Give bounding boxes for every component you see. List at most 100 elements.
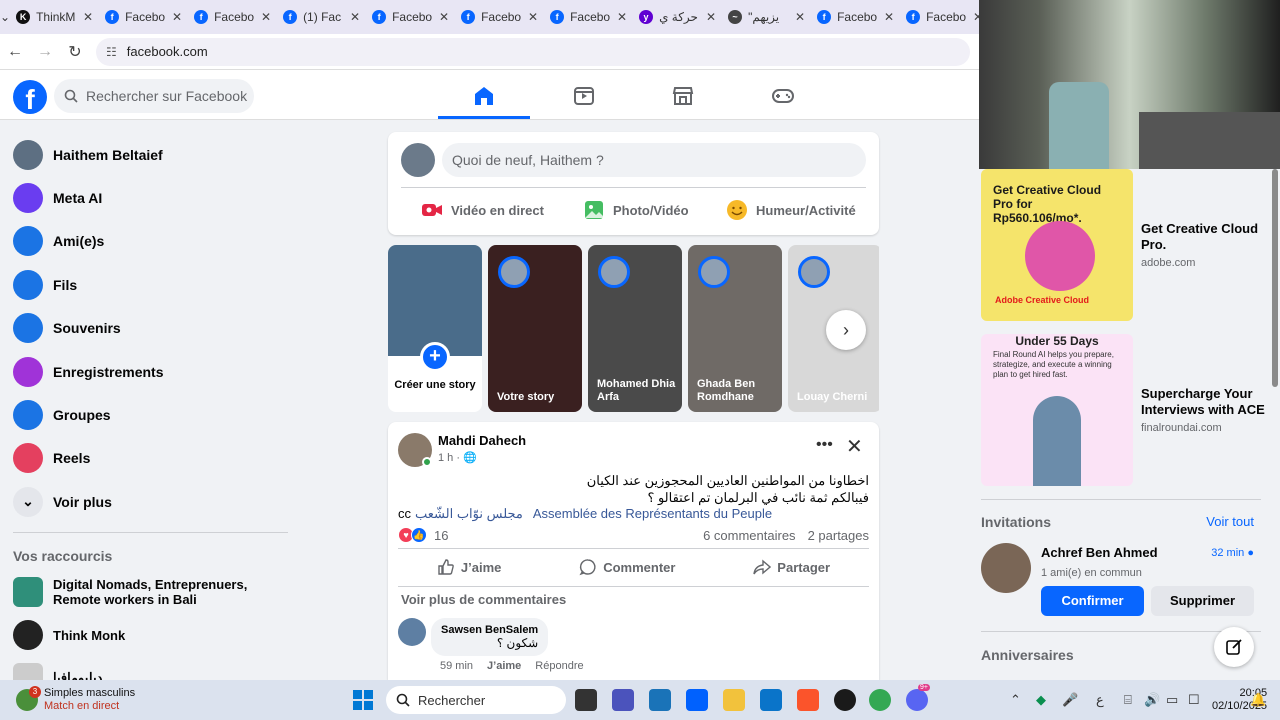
comment-button[interactable]: Commenter xyxy=(579,558,675,576)
file-explorer-icon[interactable] xyxy=(723,689,745,711)
share-button[interactable]: Partager xyxy=(753,558,830,576)
avatar[interactable] xyxy=(401,143,435,177)
story-card[interactable]: Ghada Ben Romdhane xyxy=(688,245,782,412)
volume-icon[interactable]: 🔊 xyxy=(1144,692,1160,708)
ad-title[interactable]: Get Creative Cloud Pro. xyxy=(1141,221,1261,253)
sidebar-item-enregistrements[interactable]: Enregistrements xyxy=(0,350,300,393)
tag-link[interactable]: Assemblée des Représentants du Peuple xyxy=(533,506,772,521)
brave-icon[interactable] xyxy=(797,689,819,711)
back-icon[interactable]: ← xyxy=(0,43,30,61)
sponsored-ad[interactable]: Get Creative Cloud Pro for Rp560.106/mo*… xyxy=(979,169,1270,321)
wifi-icon[interactable]: ⌸ xyxy=(1124,692,1132,708)
shortcut-item[interactable]: Digital Nomads, Entreprenuers, Remote wo… xyxy=(0,571,300,614)
sidebar-item-groupes[interactable]: Groupes xyxy=(0,393,300,436)
shares-count[interactable]: 2 partages xyxy=(808,528,869,543)
store-icon[interactable] xyxy=(649,689,671,711)
tab-search-chevron-icon[interactable]: ⌄ xyxy=(0,10,10,24)
browser-tab[interactable]: f Facebo ✕ xyxy=(99,4,188,30)
close-tab-icon[interactable]: ✕ xyxy=(706,10,716,24)
browser-tab[interactable]: f Facebo ✕ xyxy=(455,4,544,30)
view-more-comments[interactable]: Voir plus de commentaires xyxy=(401,592,566,607)
new-message-button[interactable] xyxy=(1214,627,1254,667)
dropbox-icon[interactable] xyxy=(686,689,708,711)
comment-reply-button[interactable]: Répondre xyxy=(535,660,583,672)
facebook-search-input[interactable]: Rechercher sur Facebook xyxy=(54,79,254,113)
comments-count[interactable]: 6 commentaires xyxy=(703,528,795,543)
composer-input[interactable]: Quoi de neuf, Haithem ? xyxy=(442,143,866,177)
notifications-icon[interactable]: 🔔 xyxy=(1250,692,1266,708)
see-all-link[interactable]: Voir tout xyxy=(1206,514,1254,529)
close-tab-icon[interactable]: ✕ xyxy=(261,10,271,24)
browser-tab[interactable]: f Facebo ✕ xyxy=(544,4,633,30)
teams-icon[interactable] xyxy=(612,689,634,711)
chevron-up-icon[interactable]: ⌃ xyxy=(1010,692,1021,708)
browser-tab[interactable]: f (1) Fac ✕ xyxy=(277,4,366,30)
more-options-icon[interactable]: ••• xyxy=(816,436,833,454)
like-button[interactable]: J’aime xyxy=(437,558,501,576)
stories-next-button[interactable]: › xyxy=(826,310,866,350)
security-icon[interactable]: ◆ xyxy=(1036,692,1046,708)
comment-time[interactable]: 59 min xyxy=(440,660,473,672)
marketplace-icon[interactable] xyxy=(671,84,695,108)
close-tab-icon[interactable]: ✕ xyxy=(83,10,93,24)
browser-tab[interactable]: ~ "يزيهم ✕ xyxy=(722,4,811,30)
browser-tab[interactable]: f Facebo ✕ xyxy=(811,4,900,30)
invite-mutual[interactable]: 1 ami(e) en commun xyxy=(1041,567,1142,579)
shortcut-item[interactable]: Think Monk xyxy=(0,614,300,657)
video-icon[interactable] xyxy=(572,84,596,108)
invite-name[interactable]: Achref Ben Ahmed xyxy=(1041,545,1158,560)
input-method[interactable]: ع xyxy=(1096,692,1104,708)
microphone-icon[interactable]: 🎤 xyxy=(1062,692,1078,708)
comment-like-button[interactable]: J’aime xyxy=(487,660,521,672)
close-tab-icon[interactable]: ✕ xyxy=(439,10,449,24)
sidebar-item-reels[interactable]: Reels xyxy=(0,437,300,480)
browser-tab[interactable]: f Facebo ✕ xyxy=(366,4,455,30)
close-tab-icon[interactable]: ✕ xyxy=(172,10,182,24)
forward-icon[interactable]: → xyxy=(30,43,60,61)
tray-icon[interactable]: ☐ xyxy=(1188,692,1200,708)
sidebar-item-ami-e-s[interactable]: Ami(e)s xyxy=(0,220,300,263)
scrollbar-thumb[interactable] xyxy=(1272,169,1278,387)
reactions-count[interactable]: 16 xyxy=(434,528,448,543)
confirm-button[interactable]: Confirmer xyxy=(1041,586,1144,616)
battery-icon[interactable]: ▭ xyxy=(1166,692,1178,708)
home-icon[interactable] xyxy=(472,84,496,108)
like-reaction-icon[interactable]: 👍 xyxy=(411,527,427,543)
ad-image[interactable]: Get Creative Cloud Pro for Rp560.106/mo*… xyxy=(981,169,1133,321)
task-view-icon[interactable] xyxy=(575,689,597,711)
reload-icon[interactable]: ↻ xyxy=(60,42,90,62)
close-tab-icon[interactable]: ✕ xyxy=(884,10,894,24)
gaming-icon[interactable] xyxy=(771,84,795,108)
browser-tab[interactable]: y حركة ي ✕ xyxy=(633,4,722,30)
post-time[interactable]: 1 h · 🌐 xyxy=(438,451,477,464)
ad-image[interactable]: Under 55 Days Final Round AI helps you p… xyxy=(981,334,1133,486)
ad-title[interactable]: Supercharge Your Interviews with ACE xyxy=(1141,386,1266,418)
delete-button[interactable]: Supprimer xyxy=(1151,586,1254,616)
sidebar-item-souvenirs[interactable]: Souvenirs xyxy=(0,307,300,350)
discord-icon[interactable]: 9+ xyxy=(906,684,930,711)
avatar[interactable] xyxy=(398,618,426,646)
close-icon[interactable]: ✕ xyxy=(846,434,863,459)
app-icon[interactable] xyxy=(834,689,856,711)
site-info-icon[interactable]: ☷ xyxy=(106,45,117,59)
app-icon[interactable] xyxy=(760,689,782,711)
feeling-button[interactable]: Humeur/Activité xyxy=(726,195,856,225)
scrollbar[interactable] xyxy=(1270,169,1280,680)
browser-tab[interactable]: f Facebo ✕ xyxy=(188,4,277,30)
close-tab-icon[interactable]: ✕ xyxy=(795,10,805,24)
taskbar-search[interactable]: Rechercher xyxy=(386,686,566,714)
chrome-icon[interactable] xyxy=(869,689,891,711)
live-video-button[interactable]: Vidéo en direct xyxy=(421,195,544,225)
close-tab-icon[interactable]: ✕ xyxy=(528,10,538,24)
story-card[interactable]: Mohamed Dhia Arfa xyxy=(588,245,682,412)
sponsored-ad[interactable]: Under 55 Days Final Round AI helps you p… xyxy=(979,334,1270,486)
close-tab-icon[interactable]: ✕ xyxy=(350,10,360,24)
comment-author[interactable]: Sawsen BenSalem xyxy=(441,624,538,636)
photo-video-button[interactable]: Photo/Vidéo xyxy=(583,195,689,225)
url-field[interactable]: ☷ facebook.com xyxy=(96,37,970,66)
live-sports-widget[interactable]: 3 Simples masculins Match en direct xyxy=(16,684,176,716)
sidebar-item-haithem-beltaief[interactable]: Haithem Beltaief xyxy=(0,133,300,176)
browser-tab[interactable]: K ThinkM ✕ xyxy=(10,4,99,30)
create-story-card[interactable]: + Créer une story xyxy=(388,245,482,412)
avatar[interactable] xyxy=(981,543,1031,593)
